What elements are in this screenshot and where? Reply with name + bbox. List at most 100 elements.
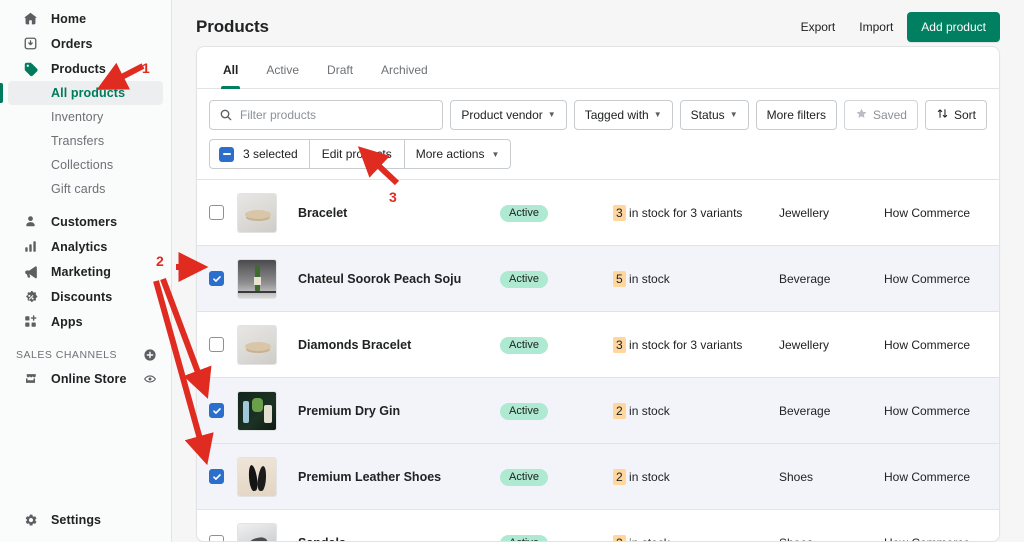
- product-status: Active: [500, 335, 613, 354]
- sidebar-item-products[interactable]: Products: [8, 56, 163, 81]
- product-thumbnail: [237, 457, 277, 497]
- sidebar-item-label: Customers: [51, 215, 117, 229]
- main-content: Products Export Import Add product All A…: [172, 0, 1024, 542]
- thumb-art-bracelet: [238, 326, 276, 364]
- tab-all[interactable]: All: [209, 63, 252, 88]
- sidebar-item-gift-cards[interactable]: Gift cards: [8, 177, 163, 201]
- stock-text: in stock for 3 variants: [629, 206, 742, 220]
- more-filters-button[interactable]: More filters: [756, 100, 837, 130]
- sidebar-item-online-store[interactable]: Online Store: [8, 366, 163, 391]
- sidebar-item-apps[interactable]: Apps: [8, 309, 163, 334]
- product-name: Diamonds Bracelet: [298, 338, 500, 352]
- status-badge: Active: [500, 469, 548, 486]
- row-checkbox[interactable]: [209, 271, 224, 286]
- sidebar-item-label: Settings: [51, 513, 101, 527]
- product-vendor: How Commerce: [884, 536, 999, 542]
- search-icon: [219, 108, 233, 122]
- product-inventory: 2 in stock: [613, 536, 779, 542]
- products-card: All Active Draft Archived Product vendor…: [196, 46, 1000, 542]
- stock-text: in stock for 3 variants: [629, 338, 742, 352]
- add-product-button[interactable]: Add product: [907, 12, 1000, 42]
- thumb-art-bracelet: [238, 194, 276, 232]
- sidebar-item-orders[interactable]: Orders: [8, 31, 163, 56]
- search-field-wrapper[interactable]: [209, 100, 443, 130]
- chevron-down-icon: ▼: [730, 111, 738, 119]
- product-thumbnail: [237, 391, 277, 431]
- select-all-checkbox-indeterminate[interactable]: [219, 147, 234, 162]
- product-thumbnail: [237, 325, 277, 365]
- status-badge: Active: [500, 337, 548, 354]
- product-status: Active: [500, 533, 613, 542]
- filter-tagged-with-button[interactable]: Tagged with ▼: [574, 100, 673, 130]
- product-type: Beverage: [779, 272, 884, 286]
- row-checkbox[interactable]: [209, 403, 224, 418]
- table-row[interactable]: Bracelet Active 3 in stock for 3 variant…: [197, 180, 999, 246]
- sidebar-item-collections[interactable]: Collections: [8, 153, 163, 177]
- saved-label: Saved: [873, 108, 907, 122]
- stock-quantity: 2: [613, 403, 626, 419]
- sidebar-item-discounts[interactable]: Discounts: [8, 284, 163, 309]
- table-row[interactable]: Diamonds Bracelet Active 3 in stock for …: [197, 312, 999, 378]
- tab-active[interactable]: Active: [252, 63, 313, 88]
- thumb-art-black-shoes: [238, 458, 276, 496]
- channel-label: Online Store: [51, 372, 127, 386]
- sort-label: Sort: [954, 108, 976, 122]
- table-row[interactable]: Premium Leather Shoes Active 2 in stock …: [197, 444, 999, 510]
- product-inventory: 3 in stock for 3 variants: [613, 206, 779, 220]
- home-icon: [22, 10, 39, 27]
- annotation-label-2: 2: [156, 253, 164, 269]
- product-name: Chateul Soorok Peach Soju: [298, 272, 500, 286]
- product-type: Shoes: [779, 536, 884, 542]
- product-name: Sandals: [298, 536, 500, 542]
- table-row[interactable]: Chateul Soorok Peach Soju Active 5 in st…: [197, 246, 999, 312]
- sidebar-item-settings[interactable]: Settings: [8, 507, 164, 532]
- sort-arrows-icon: [936, 107, 949, 123]
- status-badge: Active: [500, 205, 548, 222]
- product-type: Beverage: [779, 404, 884, 418]
- eye-icon[interactable]: [143, 372, 157, 386]
- row-checkbox[interactable]: [209, 205, 224, 220]
- plus-circle-icon[interactable]: [143, 348, 157, 362]
- import-button[interactable]: Import: [849, 14, 903, 40]
- product-inventory: 3 in stock for 3 variants: [613, 338, 779, 352]
- sidebar-subitem-label: Inventory: [51, 110, 103, 124]
- chevron-down-icon: ▼: [654, 111, 662, 119]
- annotation-label-3: 3: [389, 189, 397, 205]
- bulk-actions-row: 3 selected Edit products More actions ▼: [197, 130, 999, 179]
- sort-button[interactable]: Sort: [925, 100, 987, 130]
- export-button[interactable]: Export: [791, 14, 846, 40]
- product-vendor: How Commerce: [884, 272, 999, 286]
- status-badge: Active: [500, 535, 548, 542]
- sidebar-item-home[interactable]: Home: [8, 6, 163, 31]
- sidebar-subitem-label: Transfers: [51, 134, 104, 148]
- more-actions-label: More actions: [416, 147, 485, 161]
- product-status: Active: [500, 467, 613, 486]
- bulk-select-all-control[interactable]: 3 selected: [210, 140, 310, 168]
- sidebar-item-all-products[interactable]: All products: [8, 81, 163, 105]
- table-row[interactable]: Premium Dry Gin Active 2 in stock Bevera…: [197, 378, 999, 444]
- sidebar-item-transfers[interactable]: Transfers: [8, 129, 163, 153]
- filter-status-button[interactable]: Status ▼: [680, 100, 749, 130]
- filter-product-vendor-button[interactable]: Product vendor ▼: [450, 100, 566, 130]
- row-checkbox[interactable]: [209, 535, 224, 542]
- sidebar-item-customers[interactable]: Customers: [8, 209, 163, 234]
- stock-text: in stock: [629, 470, 670, 484]
- tab-draft[interactable]: Draft: [313, 63, 367, 88]
- status-badge: Active: [500, 271, 548, 288]
- product-vendor: How Commerce: [884, 470, 999, 484]
- row-checkbox[interactable]: [209, 337, 224, 352]
- more-actions-button[interactable]: More actions ▼: [405, 140, 511, 168]
- product-vendor: How Commerce: [884, 338, 999, 352]
- sidebar-item-analytics[interactable]: Analytics: [8, 234, 163, 259]
- saved-filters-button[interactable]: Saved: [844, 100, 918, 130]
- sidebar-item-inventory[interactable]: Inventory: [8, 105, 163, 129]
- tab-archived[interactable]: Archived: [367, 63, 442, 88]
- edit-products-button[interactable]: Edit products: [310, 140, 405, 168]
- search-input[interactable]: [240, 108, 433, 122]
- chevron-down-icon: ▼: [491, 150, 499, 159]
- sidebar-item-marketing[interactable]: Marketing: [8, 259, 163, 284]
- product-inventory: 5 in stock: [613, 272, 779, 286]
- row-checkbox[interactable]: [209, 469, 224, 484]
- table-row[interactable]: Sandals Active 2 in stock Shoes How Comm…: [197, 510, 999, 542]
- stock-text: in stock: [629, 272, 670, 286]
